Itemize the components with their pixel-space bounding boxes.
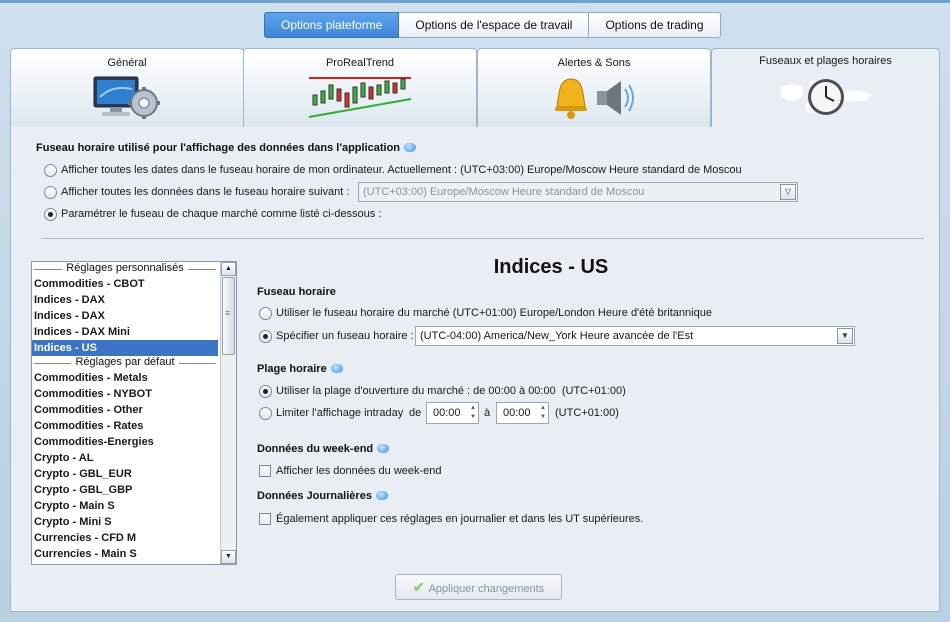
radio-computer-timezone[interactable] <box>44 164 57 177</box>
list-item[interactable]: Crypto - Main S <box>32 498 218 514</box>
tab-prorealtrend-label: ProRealTrend <box>325 57 395 69</box>
market-heading: Indices - US <box>493 256 609 278</box>
list-item[interactable]: Crypto - AL <box>32 450 218 466</box>
fixed-timezone-value: (UTC+03:00) Europe/Moscow Heure standard… <box>363 186 645 198</box>
limit-intraday-label: Limiter l'affichage intraday <box>276 407 404 419</box>
category-tabs: Général ProRealTrend Alertes & Sons Fuse… <box>10 48 940 128</box>
tab-alertes-sons-label: Alertes & Sons <box>557 57 631 69</box>
list-item[interactable]: Commodities - Other <box>32 402 218 418</box>
weekend-title-text: Données du week-end <box>257 443 374 455</box>
settings-panel: Fuseau horaire utilisé pour l'affichage … <box>10 127 940 612</box>
custom-tz-value: (UTC-04:00) America/New_York Heure avanc… <box>420 330 694 342</box>
from-time-value: 00:00 <box>433 407 461 419</box>
radio-limit-intraday[interactable] <box>259 407 272 420</box>
list-item[interactable]: Crypto - Mini S <box>32 514 218 530</box>
stepper-arrows-icon[interactable]: ▲ ▼ <box>470 404 476 422</box>
radio-market-hours[interactable] <box>259 385 272 398</box>
tab-options-espace-travail[interactable]: Options de l'espace de travail <box>399 12 590 38</box>
weekend-checkbox[interactable] <box>259 465 271 477</box>
top-tab-bar: Options plateforme Options de l'espace d… <box>264 12 721 38</box>
list-scrollbar[interactable]: ▲ ▼ <box>220 262 236 564</box>
radio-market-tz[interactable] <box>259 307 272 320</box>
chevron-down-icon: ▽ <box>780 184 796 200</box>
list-item[interactable]: Currencies - Main S <box>32 546 218 562</box>
tab-general[interactable]: Général <box>10 48 244 127</box>
tab-alertes-sons[interactable]: Alertes & Sons <box>477 48 711 127</box>
daily-label: Également appliquer ces réglages en jour… <box>276 513 644 525</box>
chevron-down-icon: ▼ <box>837 328 853 344</box>
list-item[interactable]: Commodities - Metals <box>32 370 218 386</box>
stepper-arrows-icon[interactable]: ▲ ▼ <box>540 404 546 422</box>
timezone-section-title: Fuseau horaire utilisé pour l'affichage … <box>36 142 417 154</box>
radio-fixed-timezone[interactable] <box>44 186 57 199</box>
custom-tz-select[interactable]: (UTC-04:00) America/New_York Heure avanc… <box>415 326 855 346</box>
tz-title: Fuseau horaire <box>257 286 336 298</box>
daily-title-text: Données Journalières <box>257 490 372 502</box>
top-strip <box>0 0 950 3</box>
info-icon[interactable] <box>377 443 390 453</box>
group-header-default: Réglages par défaut <box>32 356 218 370</box>
checkmark-icon: ✔ <box>412 579 425 595</box>
daily-title: Données Journalières <box>257 490 388 502</box>
scroll-up-icon[interactable]: ▲ <box>221 262 236 276</box>
list-item[interactable]: Commodities - Rates <box>32 418 218 434</box>
bell-speaker-icon <box>555 78 634 119</box>
list-item[interactable]: Indices - DAX Mini <box>32 324 218 340</box>
hours-title: Plage horaire <box>257 363 343 375</box>
group-header-custom: Réglages personnalisés <box>32 262 218 276</box>
trend-chart-icon <box>308 77 412 118</box>
tab-general-label: Général <box>107 57 147 69</box>
section-divider <box>41 238 924 239</box>
list-item[interactable]: Commodities-Energies <box>32 434 218 450</box>
world-clock-icon <box>779 79 872 115</box>
computer-settings-icon <box>93 76 160 119</box>
weekend-title: Données du week-end <box>257 443 390 455</box>
hours-title-text: Plage horaire <box>257 363 327 375</box>
from-time-stepper[interactable]: 00:00 ▲ ▼ <box>426 402 479 424</box>
scroll-down-icon[interactable]: ▼ <box>221 550 236 564</box>
list-item[interactable]: Crypto - GBL_EUR <box>32 466 218 482</box>
radio-per-market-timezone[interactable] <box>44 208 57 221</box>
tab-fuseaux-plages-label: Fuseaux et plages horaires <box>759 55 892 67</box>
list-item[interactable]: Currencies - CFD M <box>32 530 218 546</box>
market-tz-label: Utiliser le fuseau horaire du marché (UT… <box>276 307 712 319</box>
list-item-selected[interactable]: Indices - US <box>32 340 218 356</box>
label-a: à <box>484 407 491 419</box>
list-item[interactable]: Commodities - CBOT <box>32 276 218 292</box>
weekend-label: Afficher les données du week-end <box>276 465 442 477</box>
market-hours-text: Utiliser la plage d'ouverture du marché … <box>276 385 556 397</box>
limit-intraday-tz: (UTC+01:00) <box>555 407 619 419</box>
info-icon[interactable] <box>404 142 417 152</box>
timezone-section-title-text: Fuseau horaire utilisé pour l'affichage … <box>36 142 401 154</box>
tab-options-plateforme[interactable]: Options plateforme <box>264 12 400 38</box>
list-item[interactable]: Indices - DAX <box>32 292 218 308</box>
info-icon[interactable] <box>330 363 343 373</box>
to-time-value: 00:00 <box>503 407 531 419</box>
scroll-thumb[interactable] <box>222 277 235 355</box>
fixed-timezone-select[interactable]: (UTC+03:00) Europe/Moscow Heure standard… <box>358 182 798 202</box>
market-list[interactable]: Réglages personnalisés Commodities - CBO… <box>31 261 237 565</box>
market-hours-label: Utiliser la plage d'ouverture du marché … <box>276 385 626 397</box>
label-de: de <box>409 407 422 419</box>
tab-options-trading[interactable]: Options de trading <box>589 12 721 38</box>
tab-fuseaux-plages[interactable]: Fuseaux et plages horaires <box>711 48 940 128</box>
market-hours-tz: (UTC+01:00) <box>561 385 626 397</box>
option-computer-timezone-label: Afficher toutes les dates dans le fuseau… <box>61 164 742 176</box>
tab-prorealtrend[interactable]: ProRealTrend <box>243 48 477 127</box>
list-item[interactable]: Crypto - GBL_GBP <box>32 482 218 498</box>
custom-tz-label: Spécifier un fuseau horaire : <box>276 330 414 342</box>
list-item[interactable]: Commodities - NYBOT <box>32 386 218 402</box>
to-time-stepper[interactable]: 00:00 ▲ ▼ <box>496 402 549 424</box>
daily-checkbox[interactable] <box>259 513 271 525</box>
apply-changes-label: Appliquer changements <box>428 583 545 595</box>
radio-custom-tz[interactable] <box>259 330 272 343</box>
info-icon[interactable] <box>375 490 388 500</box>
list-item[interactable]: Indices - DAX <box>32 308 218 324</box>
option-per-market-label: Paramétrer le fuseau de chaque marché co… <box>61 208 382 220</box>
apply-changes-button[interactable]: ✔ Appliquer changements <box>395 574 562 600</box>
option-fixed-timezone-label: Afficher toutes les données dans le fuse… <box>61 186 350 198</box>
